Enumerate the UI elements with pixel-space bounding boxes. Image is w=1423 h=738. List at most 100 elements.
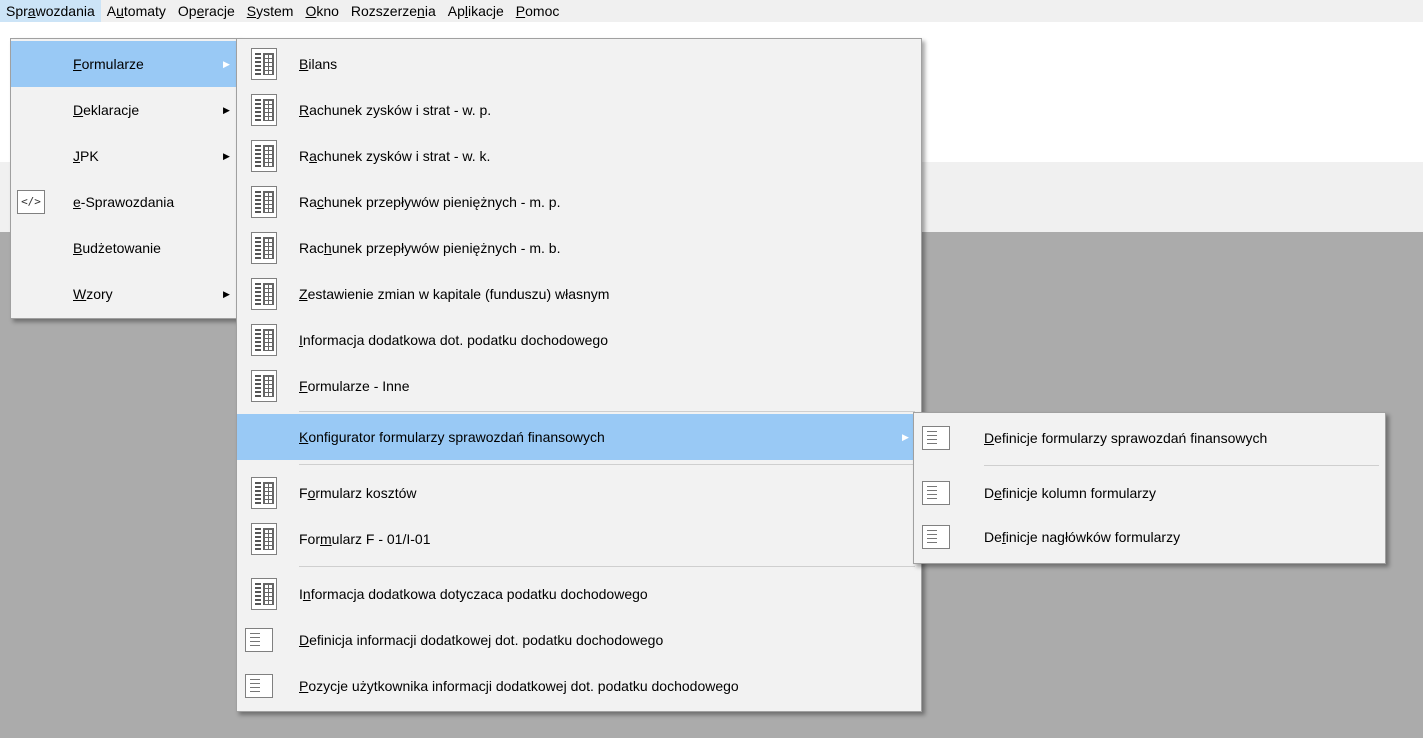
menu-item-label: Rachunek zysków i strat - w. p. (299, 102, 492, 118)
grid-form-icon (251, 48, 277, 80)
menu-item-cashflow-mp[interactable]: Rachunek przepływów pieniężnych - m. p. (237, 179, 921, 225)
konfigurator-submenu: Definicje formularzy sprawozdań finansow… (913, 412, 1386, 564)
menu-item-rzis-wk[interactable]: Rachunek zysków i strat - w. k. (237, 133, 921, 179)
menu-item-formularze-inne[interactable]: Formularze - Inne (237, 363, 921, 409)
menu-item-deklaracje[interactable]: Deklaracje ▶ (11, 87, 239, 133)
menu-item-informacja-dodatkowa[interactable]: Informacja dodatkowa dot. podatku dochod… (237, 317, 921, 363)
menu-pomoc[interactable]: Pomoc (510, 0, 566, 22)
label-part: Spr (6, 3, 28, 19)
menu-item-label: e-Sprawozdania (73, 194, 175, 210)
menu-operacje[interactable]: Operacje (172, 0, 241, 22)
menu-sprawozdania[interactable]: Sprawozdania (0, 0, 101, 22)
menu-item-rzis-wp[interactable]: Rachunek zysków i strat - w. p. (237, 87, 921, 133)
submenu-arrow-icon: ▶ (223, 59, 230, 69)
menu-item-definicje-formularzy[interactable]: Definicje formularzy sprawozdań finansow… (914, 415, 1385, 461)
label-part: ystem (256, 3, 294, 19)
menu-item-label: Deklaracje (73, 102, 140, 118)
menu-item-definicje-naglowkow[interactable]: Definicje nagłówków formularzy (914, 514, 1385, 560)
label-accel: u (116, 3, 124, 19)
list-document-icon (245, 674, 273, 698)
submenu-arrow-icon: ▶ (223, 289, 230, 299)
menu-item-label: JPK (73, 148, 99, 164)
menu-item-label: Formularz F - 01/I-01 (299, 531, 431, 547)
label-accel: n (417, 3, 425, 19)
grid-form-icon (251, 370, 277, 402)
list-document-icon (922, 426, 950, 450)
label-part: racje (204, 3, 235, 19)
menu-item-formularz-kosztow[interactable]: Formularz kosztów (237, 470, 921, 516)
menu-item-informacja-dotyczaca[interactable]: Informacja dodatkowa dotyczaca podatku d… (237, 571, 921, 617)
menu-separator (299, 411, 915, 412)
menu-item-budzetowanie[interactable]: Budżetowanie (11, 225, 239, 271)
list-document-icon (245, 628, 273, 652)
menu-item-label: Formularz kosztów (299, 485, 417, 501)
grid-form-icon (251, 94, 277, 126)
formularze-submenu: Bilans Rachunek zysków i strat - w. p. R… (236, 38, 922, 712)
label-part: Rozszerze (350, 3, 418, 19)
menu-automaty[interactable]: Automaty (101, 0, 172, 22)
menu-item-label: Informacja dodatkowa dotyczaca podatku d… (299, 586, 648, 602)
menu-item-label: Rachunek przepływów pieniężnych - m. p. (299, 194, 561, 210)
menu-item-konfigurator[interactable]: Konfigurator formularzy sprawozdań finan… (237, 414, 921, 460)
menu-item-label: Formularze (73, 56, 144, 72)
menu-separator (984, 465, 1379, 466)
label-part: Op (177, 3, 197, 19)
label-part: tomaty (123, 3, 166, 19)
menu-separator (299, 566, 915, 567)
label-part: Ap (447, 3, 465, 19)
list-document-icon (922, 525, 950, 549)
label-part: omoc (525, 3, 560, 19)
label-accel: a (27, 3, 36, 19)
grid-form-icon (251, 324, 277, 356)
menu-item-cashflow-mb[interactable]: Rachunek przepływów pieniężnych - m. b. (237, 225, 921, 271)
menu-item-label: Definicje formularzy sprawozdań finansow… (984, 430, 1268, 446)
label-part: kno (316, 3, 339, 19)
menu-item-label: Bilans (299, 56, 338, 72)
grid-form-icon (251, 186, 277, 218)
menu-system[interactable]: System (241, 0, 300, 22)
menu-okno[interactable]: Okno (299, 0, 344, 22)
menu-item-label: Wzory (73, 286, 113, 302)
menu-aplikacje[interactable]: Aplikacje (442, 0, 510, 22)
label-part: ia (424, 3, 436, 19)
menu-separator (299, 464, 915, 465)
menu-item-label: Pozycje użytkownika informacji dodatkowe… (299, 678, 739, 694)
submenu-arrow-icon: ▶ (223, 151, 230, 161)
grid-form-icon (251, 232, 277, 264)
submenu-arrow-icon: ▶ (223, 105, 230, 115)
label-accel: O (305, 3, 317, 19)
menu-item-bilans[interactable]: Bilans (237, 41, 921, 87)
menu-item-formularze[interactable]: Formularze ▶ (11, 41, 239, 87)
menu-item-label: Formularze - Inne (299, 378, 410, 394)
grid-form-icon (251, 523, 277, 555)
menu-item-label: Definicja informacji dodatkowej dot. pod… (299, 632, 664, 648)
sprawozdania-dropdown: Formularze ▶ Deklaracje ▶ JPK ▶ </> e-Sp… (10, 38, 240, 319)
grid-form-icon (251, 278, 277, 310)
menu-item-label: Konfigurator formularzy sprawozdań finan… (299, 429, 605, 445)
code-icon: </> (17, 190, 45, 214)
label-part: wozdania (35, 3, 95, 19)
menu-item-definicja-informacji[interactable]: Definicja informacji dodatkowej dot. pod… (237, 617, 921, 663)
menu-item-wzory[interactable]: Wzory ▶ (11, 271, 239, 317)
grid-form-icon (251, 477, 277, 509)
menu-item-label: Budżetowanie (73, 240, 161, 256)
label-part: ikacje (468, 3, 504, 19)
label-accel: S (246, 3, 257, 19)
menu-item-label: Zestawienie zmian w kapitale (funduszu) … (299, 286, 610, 302)
menu-item-zestawienie-zmian[interactable]: Zestawienie zmian w kapitale (funduszu) … (237, 271, 921, 317)
menu-item-formularz-f01[interactable]: Formularz F - 01/I-01 (237, 516, 921, 562)
menu-item-label: Rachunek przepływów pieniężnych - m. b. (299, 240, 561, 256)
list-document-icon (922, 481, 950, 505)
menu-item-definicje-kolumn[interactable]: Definicje kolumn formularzy (914, 470, 1385, 516)
label-accel: P (515, 3, 526, 19)
menu-item-e-sprawozdania[interactable]: </> e-Sprawozdania (11, 179, 239, 225)
label-part: A (106, 3, 117, 19)
menu-item-jpk[interactable]: JPK ▶ (11, 133, 239, 179)
menu-item-label: Informacja dodatkowa dot. podatku dochod… (299, 332, 608, 348)
submenu-arrow-icon: ▶ (902, 432, 909, 442)
menu-item-pozycje-uzytkownika[interactable]: Pozycje użytkownika informacji dodatkowe… (237, 663, 921, 709)
menu-item-label: Rachunek zysków i strat - w. k. (299, 148, 491, 164)
menu-item-label: Definicje kolumn formularzy (984, 485, 1156, 501)
grid-form-icon (251, 578, 277, 610)
menu-rozszerzenia[interactable]: Rozszerzenia (345, 0, 442, 22)
